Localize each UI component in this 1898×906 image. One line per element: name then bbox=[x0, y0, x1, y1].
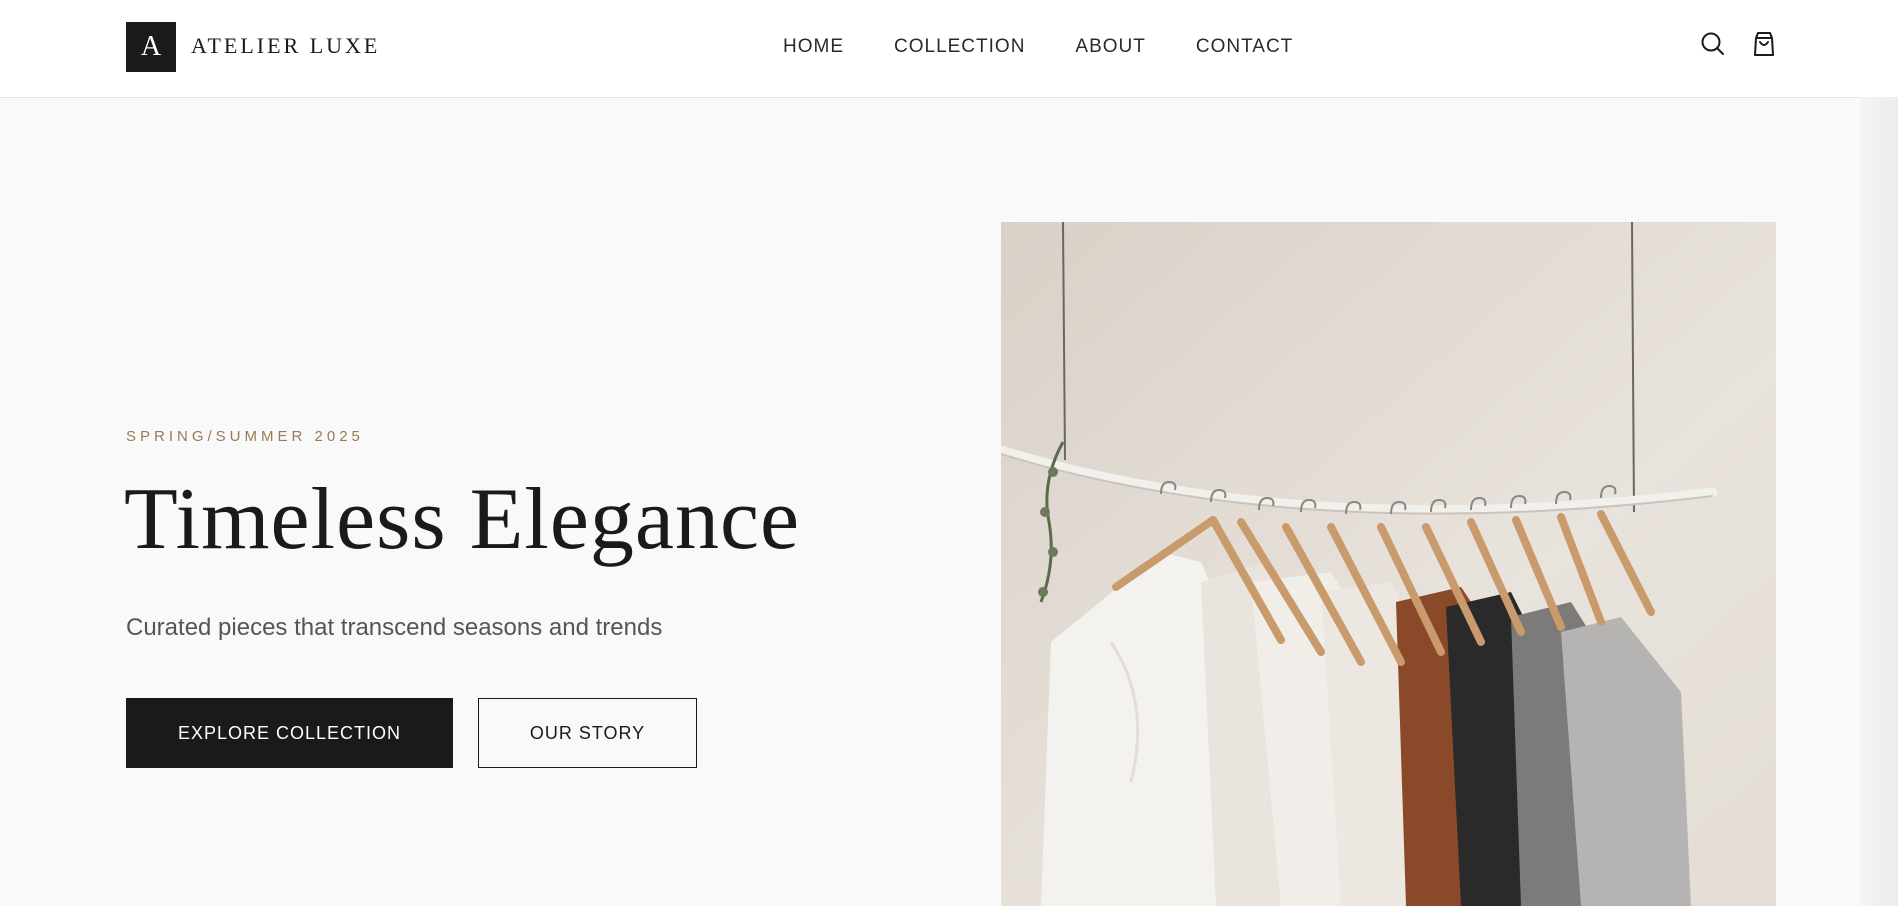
brand-name[interactable]: ATELIER LUXE bbox=[191, 33, 380, 59]
season-eyebrow: SPRING/SUMMER 2025 bbox=[126, 428, 364, 445]
clothing-rack-photo bbox=[1001, 222, 1776, 906]
search-icon[interactable] bbox=[1699, 30, 1727, 58]
nav-item-contact[interactable]: CONTACT bbox=[1196, 36, 1293, 58]
hero-title: Timeless Elegance bbox=[124, 471, 801, 568]
our-story-button[interactable]: OUR STORY bbox=[478, 698, 697, 768]
main-nav: HOME COLLECTION ABOUT CONTACT bbox=[783, 36, 1293, 58]
explore-collection-button[interactable]: EXPLORE COLLECTION bbox=[126, 698, 453, 768]
shopping-bag-icon[interactable] bbox=[1750, 30, 1778, 58]
scrollbar-edge bbox=[1860, 97, 1898, 906]
logo-mark[interactable]: A bbox=[126, 22, 176, 72]
nav-item-home[interactable]: HOME bbox=[783, 36, 844, 58]
nav-item-about[interactable]: ABOUT bbox=[1075, 36, 1145, 58]
hero-subtitle: Curated pieces that transcend seasons an… bbox=[126, 614, 663, 641]
clothing-rack-illustration bbox=[1001, 222, 1776, 906]
site-header: A ATELIER LUXE HOME COLLECTION ABOUT CON… bbox=[0, 0, 1898, 98]
nav-item-collection[interactable]: COLLECTION bbox=[894, 36, 1025, 58]
